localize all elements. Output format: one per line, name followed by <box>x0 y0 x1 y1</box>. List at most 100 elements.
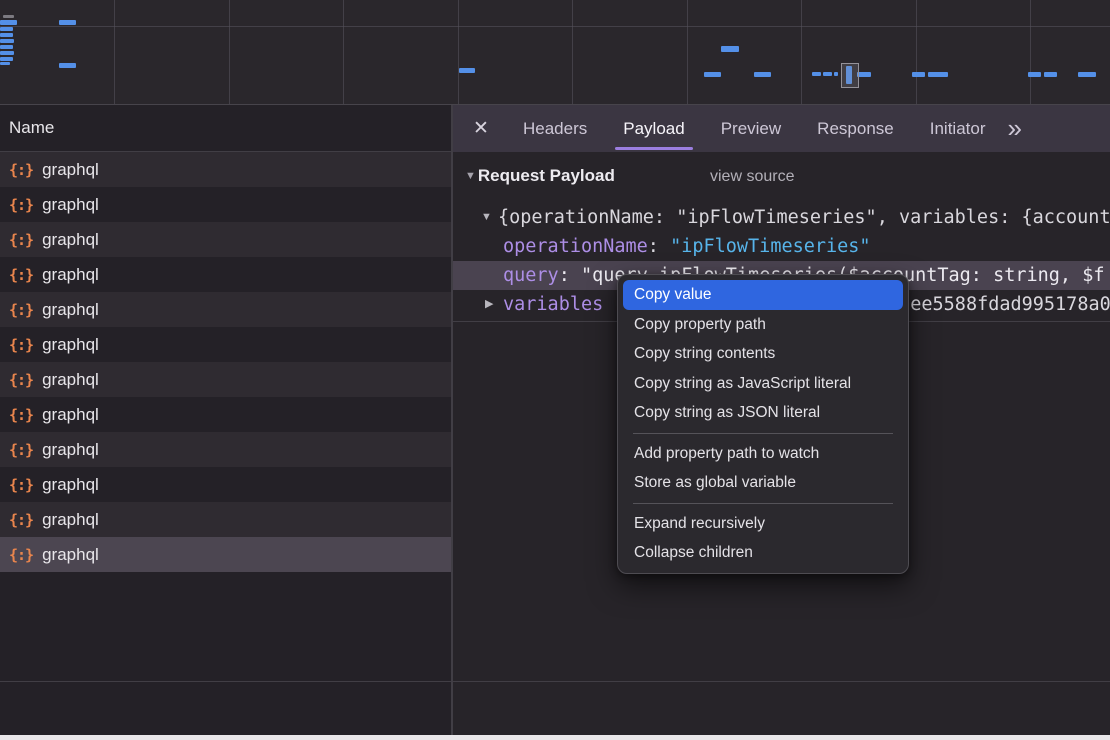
property-value: : <box>559 265 581 286</box>
close-icon[interactable]: ✕ <box>465 117 497 140</box>
tab-initiator[interactable]: Initiator <box>912 105 1004 152</box>
requests-name-column-header[interactable]: Name <box>0 105 451 152</box>
request-name-label: graphql <box>42 195 99 215</box>
timeline-request-bar <box>0 57 13 61</box>
json-braces-icon: {:} <box>9 336 33 354</box>
timeline-grey-bar <box>3 15 14 18</box>
timeline-request-bar <box>0 39 14 43</box>
collapse-triangle-icon[interactable]: ▼ <box>465 170 476 182</box>
name-column-label: Name <box>9 118 54 137</box>
request-name-label: graphql <box>42 160 99 180</box>
tab-payload[interactable]: Payload <box>605 105 702 152</box>
property-value: {operationName: "ipFlowTimeseries", vari… <box>498 207 1110 228</box>
menu-item-expand-recursively[interactable]: Expand recursively <box>623 509 903 539</box>
menu-item-copy-value[interactable]: Copy value <box>623 280 903 310</box>
timeline-request-bar <box>0 33 13 37</box>
menu-item-store-as-global-variable[interactable]: Store as global variable <box>623 468 903 498</box>
timeline-gridline <box>114 0 115 104</box>
requests-table: Name {:}graphql{:}graphql{:}graphql{:}gr… <box>0 105 453 735</box>
timeline-gridline <box>458 0 459 104</box>
json-braces-icon: {:} <box>9 441 33 459</box>
request-row[interactable]: {:}graphql <box>0 327 451 362</box>
timeline-request-bar <box>928 72 948 77</box>
menu-item-copy-string-as-javascript-literal[interactable]: Copy string as JavaScript literal <box>623 369 903 399</box>
tab-headers[interactable]: Headers <box>505 105 605 152</box>
menu-separator <box>633 503 893 504</box>
request-name-label: graphql <box>42 545 99 565</box>
json-braces-icon: {:} <box>9 301 33 319</box>
json-braces-icon: {:} <box>9 161 33 179</box>
request-name-label: graphql <box>42 405 99 425</box>
timeline-gridline <box>572 0 573 104</box>
timeline-request-bar <box>812 72 821 76</box>
json-braces-icon: {:} <box>9 371 33 389</box>
timeline-gridline <box>687 0 688 104</box>
request-row[interactable]: {:} graphql <box>0 362 451 397</box>
menu-item-copy-property-path[interactable]: Copy property path <box>623 310 903 340</box>
request-name-label: graphql <box>42 370 99 390</box>
json-braces-icon: {:} <box>9 511 33 529</box>
timeline-request-bar <box>1028 72 1041 77</box>
menu-item-copy-string-contents[interactable]: Copy string contents <box>623 339 903 369</box>
request-name-label: graphql <box>42 510 99 530</box>
timeline-request-bar <box>857 72 871 77</box>
request-payload-title: Request Payload <box>478 166 615 185</box>
menu-item-add-property-path-to-watch[interactable]: Add property path to watch <box>623 439 903 469</box>
json-braces-icon: {:} <box>9 196 33 214</box>
context-menu: Copy valueCopy property pathCopy string … <box>617 274 909 574</box>
timeline-gridline <box>343 0 344 104</box>
tabs-container: HeadersPayloadPreviewResponseInitiator <box>505 105 1003 152</box>
json-braces-icon: {:} <box>9 546 33 564</box>
payload-tree-line[interactable]: ▼ {operationName: "ipFlowTimeseries", var… <box>453 203 1110 232</box>
timeline-request-bar <box>721 46 739 52</box>
timeline-gridline <box>916 0 917 104</box>
window-bottom-edge <box>0 735 1110 740</box>
property-key: variables <box>503 294 603 315</box>
timeline-scrubber[interactable] <box>841 63 859 88</box>
tab-preview[interactable]: Preview <box>703 105 799 152</box>
json-braces-icon: {:} <box>9 406 33 424</box>
timeline-request-bar <box>459 68 475 73</box>
tab-response[interactable]: Response <box>799 105 912 152</box>
request-row[interactable]: {:} graphql <box>0 292 451 327</box>
property-key: operationName <box>503 236 648 257</box>
request-payload-section-header[interactable]: ▼Request Payload <box>465 166 615 186</box>
request-row[interactable]: {:} graphql <box>0 397 451 432</box>
menu-separator <box>633 433 893 434</box>
collapse-triangle-icon[interactable]: ▼ <box>481 203 492 232</box>
request-name-label: graphql <box>42 265 99 285</box>
timeline-gridline <box>801 0 802 104</box>
request-row[interactable]: {:} graphql <box>0 467 451 502</box>
property-value: ee5588fdad995178a0 <box>910 294 1110 315</box>
timeline-request-bar <box>0 45 13 49</box>
request-name-label: graphql <box>42 475 99 495</box>
request-row[interactable]: {:} graphql <box>0 502 451 537</box>
timeline-baseline <box>0 26 1110 27</box>
view-source-link[interactable]: view source <box>710 168 794 186</box>
json-braces-icon: {:} <box>9 476 33 494</box>
timeline-request-bar <box>754 72 771 77</box>
request-row[interactable]: {:} graphql <box>0 537 451 572</box>
request-row[interactable]: {:} graphql <box>0 152 451 187</box>
request-name-label: graphql <box>42 230 99 250</box>
request-row[interactable]: {:}graphql <box>0 257 451 292</box>
more-tabs-icon[interactable]: » <box>1007 105 1021 152</box>
requests-list: {:} graphql {:} graphql {:} graphql {:} graphql… <box>0 152 451 735</box>
request-row[interactable]: {:} graphql <box>0 187 451 222</box>
timeline-request-bar <box>1044 72 1057 77</box>
property-value: : <box>648 236 670 257</box>
request-row[interactable]: {:}graphql <box>0 222 451 257</box>
property-value: "ipFlowTimeseries" <box>670 236 870 257</box>
network-overview-timeline[interactable] <box>0 0 1110 105</box>
timeline-gridline <box>229 0 230 104</box>
payload-tree-line[interactable]: operationName: "ipFlowTimeseries" <box>453 232 1110 261</box>
timeline-request-bar <box>0 27 13 31</box>
request-row[interactable]: {:}graphql <box>0 432 451 467</box>
request-name-label: graphql <box>42 300 99 320</box>
timeline-request-bar <box>1078 72 1096 77</box>
timeline-request-bar <box>823 72 832 76</box>
expand-triangle-icon[interactable]: ▶ <box>485 290 493 319</box>
menu-item-collapse-children[interactable]: Collapse children <box>623 538 903 568</box>
menu-item-copy-string-as-json-literal[interactable]: Copy string as JSON literal <box>623 398 903 428</box>
timeline-gridline <box>1030 0 1031 104</box>
